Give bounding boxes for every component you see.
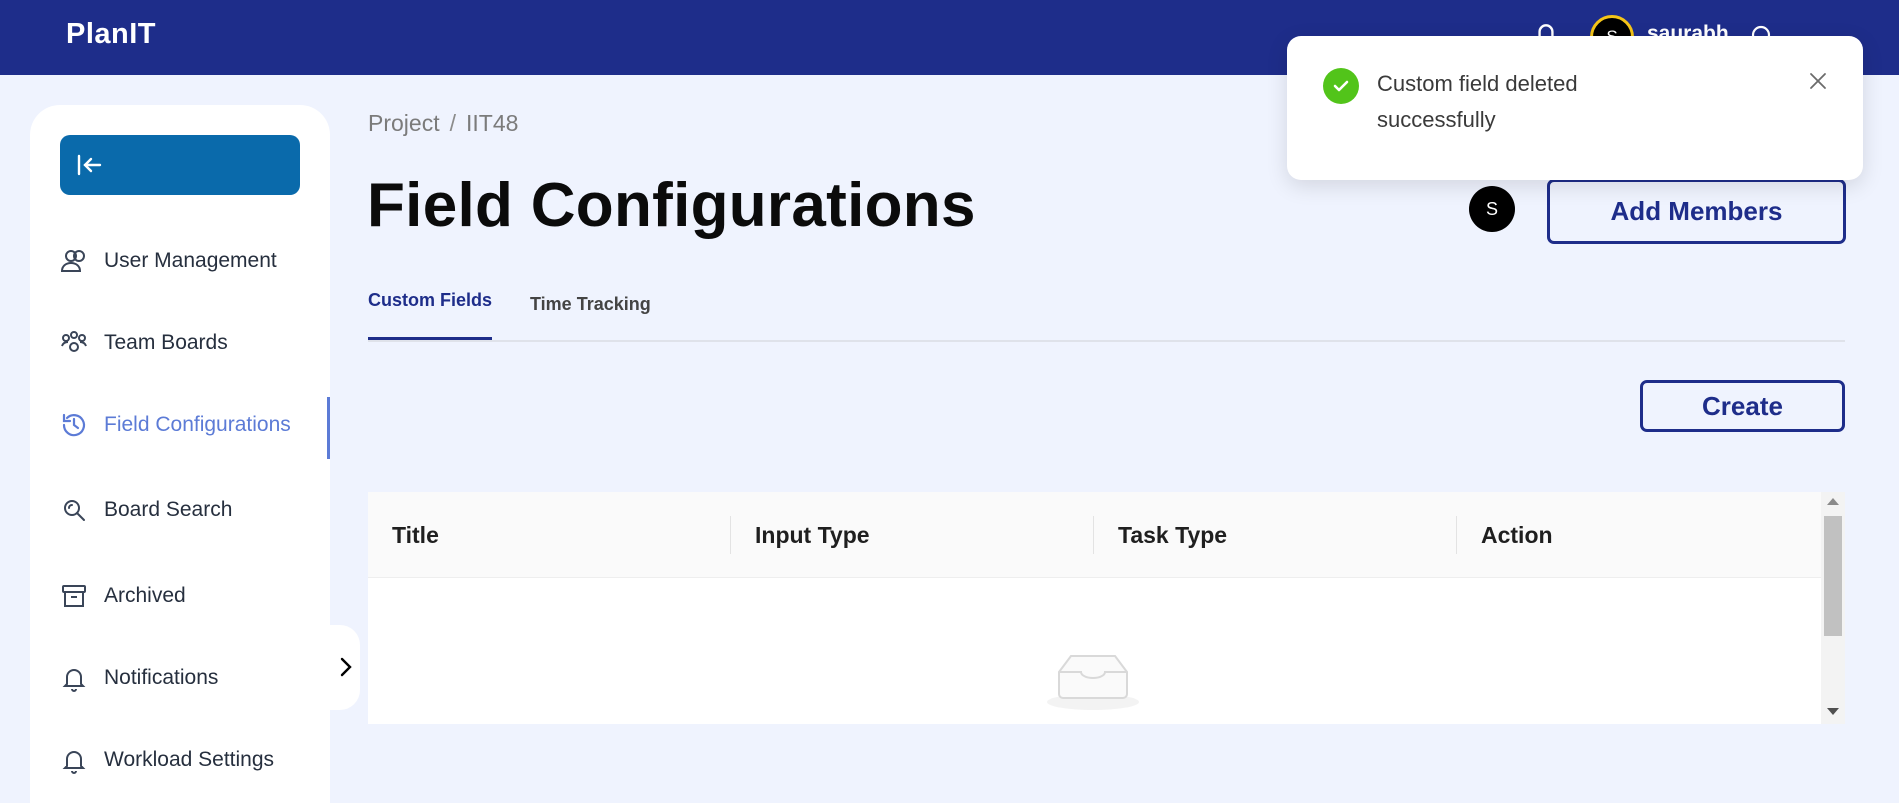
- sidebar-item-label: Archived: [104, 584, 186, 607]
- sidebar-item-workload-settings[interactable]: Workload Settings: [60, 736, 330, 784]
- breadcrumb-root[interactable]: Project: [368, 110, 440, 136]
- scroll-thumb[interactable]: [1824, 516, 1842, 636]
- column-header-action: Action: [1481, 521, 1553, 548]
- create-button[interactable]: Create: [1640, 380, 1845, 432]
- scroll-down-arrow[interactable]: [1827, 708, 1839, 715]
- member-avatar[interactable]: S: [1469, 186, 1515, 232]
- bell-icon: [60, 746, 88, 774]
- column-divider: [1456, 516, 1457, 554]
- archive-icon: [60, 582, 88, 610]
- empty-inbox-icon: [1047, 655, 1139, 710]
- users-icon: [60, 247, 88, 275]
- sidebar-item-label: User Management: [104, 249, 277, 272]
- tab-custom-fields[interactable]: Custom Fields: [368, 290, 493, 340]
- sidebar-item-label: Notifications: [104, 666, 219, 689]
- chevron-right-icon: [340, 657, 352, 677]
- column-divider: [1093, 516, 1094, 554]
- sidebar-collapse-button[interactable]: [60, 135, 300, 195]
- search-icon: [60, 496, 88, 524]
- sidebar-item-label: Field Configurations: [104, 413, 291, 436]
- column-divider: [730, 516, 731, 554]
- bell-icon: [60, 664, 88, 692]
- breadcrumb: Project / IIT48: [368, 110, 518, 137]
- column-header-task-type: Task Type: [1118, 521, 1228, 548]
- check-circle-icon: [1323, 68, 1359, 104]
- table-scrollbar[interactable]: [1821, 492, 1845, 724]
- table-header: Title Input Type Task Type Action: [368, 492, 1821, 578]
- sidebar-item-label: Workload Settings: [104, 748, 275, 771]
- tab-bar: Custom Fields Time Tracking: [368, 290, 1845, 342]
- sidebar: User Management Team Boards Field Config…: [30, 105, 330, 803]
- history-icon: [60, 411, 88, 439]
- toast-message: Custom field deleted successfully: [1377, 71, 1578, 132]
- sidebar-item-notifications[interactable]: Notifications: [60, 654, 330, 702]
- sidebar-item-label: Board Search: [104, 498, 233, 521]
- scroll-up-arrow[interactable]: [1827, 498, 1839, 505]
- column-header-input-type: Input Type: [755, 521, 870, 548]
- sidebar-item-label: Team Boards: [104, 331, 228, 354]
- breadcrumb-current: IIT48: [465, 110, 519, 136]
- active-indicator: [327, 397, 330, 459]
- success-toast: Custom field deleted successfully: [1287, 36, 1863, 180]
- sidebar-item-board-search[interactable]: Board Search: [60, 486, 330, 534]
- sidebar-item-team-boards[interactable]: Team Boards: [60, 319, 330, 367]
- team-icon: [60, 329, 88, 357]
- sidebar-item-field-configurations[interactable]: Field Configurations: [60, 401, 330, 449]
- tab-time-tracking[interactable]: Time Tracking: [530, 294, 651, 329]
- sidebar-item-user-management[interactable]: User Management: [60, 237, 330, 285]
- collapse-left-icon: [77, 154, 102, 176]
- column-header-title: Title: [392, 521, 439, 548]
- breadcrumb-separator: /: [449, 110, 456, 136]
- page-title: Field Configurations: [367, 171, 976, 240]
- app-brand[interactable]: PlanIT: [66, 18, 156, 51]
- close-icon[interactable]: [1807, 70, 1829, 92]
- custom-fields-table: Title Input Type Task Type Action: [368, 492, 1845, 724]
- sidebar-item-archived[interactable]: Archived: [60, 572, 330, 620]
- add-members-button[interactable]: Add Members: [1547, 179, 1846, 244]
- sidebar-expand-tab[interactable]: [330, 625, 360, 710]
